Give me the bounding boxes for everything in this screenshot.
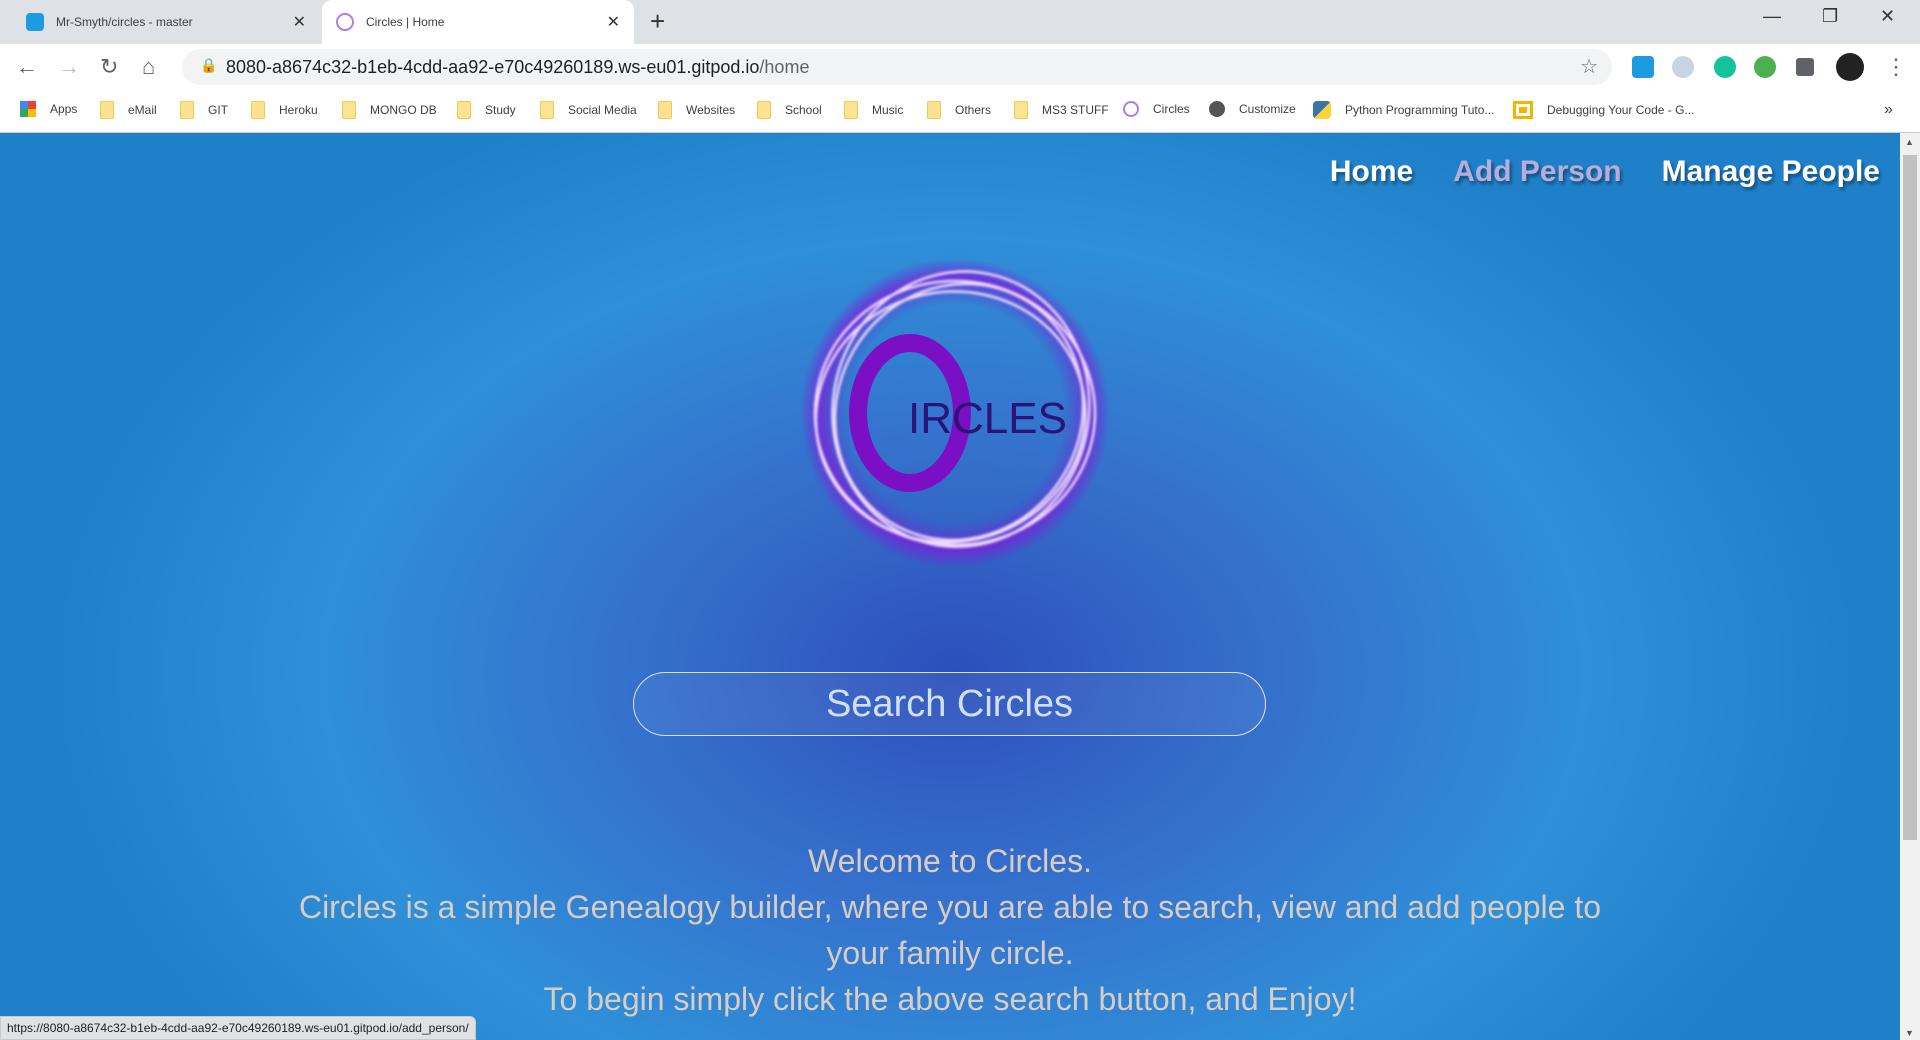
bookmark-label: Heroku	[279, 103, 318, 117]
bookmark-school[interactable]: School	[757, 101, 822, 119]
bookmark-music[interactable]: Music	[844, 101, 903, 119]
close-window-icon[interactable]: ✕	[1880, 6, 1895, 27]
bookmark-python[interactable]: Python Programming Tuto...	[1313, 101, 1494, 119]
html-tree-icon[interactable]	[1754, 56, 1776, 78]
folder-icon	[457, 101, 471, 119]
lock-icon: 🔒	[200, 57, 218, 73]
reload-icon[interactable]: ↻	[100, 54, 118, 80]
slides-icon	[1513, 101, 1533, 119]
bookmark-label: Python Programming Tuto...	[1345, 103, 1495, 117]
home-icon[interactable]: ⌂	[142, 54, 155, 80]
scrollbar-thumb[interactable]	[1903, 155, 1917, 840]
restore-icon[interactable]: ❐	[1822, 6, 1838, 27]
welcome-heading: Welcome to Circles.	[808, 843, 1092, 879]
tab-circles-home[interactable]: Circles | Home ✕	[322, 0, 634, 44]
bookmark-label: eMail	[128, 103, 157, 117]
folder-icon	[658, 101, 672, 119]
bookmark-git[interactable]: GIT	[180, 101, 228, 119]
url-bar[interactable]: 🔒 8080-a8674c32-b1eb-4cdd-aa92-e70c49260…	[182, 49, 1612, 85]
logo-wordmark: IRCLES	[908, 394, 1067, 443]
tab-title: Circles | Home	[366, 15, 445, 29]
close-tab-icon[interactable]: ✕	[607, 12, 620, 32]
folder-icon	[757, 101, 771, 119]
bookmark-heroku[interactable]: Heroku	[251, 101, 318, 119]
circles-logo: IRCLES	[800, 258, 1110, 568]
tab-bar: Mr-Smyth/circles - master ✕ Circles | Ho…	[0, 0, 1920, 44]
forward-icon[interactable]: →	[58, 54, 80, 80]
bookmark-label: Music	[872, 103, 904, 117]
bookmark-label: School	[785, 103, 822, 117]
bookmark-circles[interactable]: Circles	[1123, 101, 1190, 117]
scroll-down-icon[interactable]: ▼	[1905, 1028, 1914, 1038]
folder-icon	[251, 101, 265, 119]
bookmark-apps[interactable]: Apps	[20, 101, 77, 117]
scrollbar[interactable]: ▲ ▼	[1900, 133, 1920, 1040]
bookmark-study[interactable]: Study	[457, 101, 516, 119]
profile-avatar[interactable]	[1836, 53, 1864, 81]
bookmark-label: Apps	[50, 102, 78, 116]
bookmark-others[interactable]: Others	[927, 101, 991, 119]
folder-icon	[342, 101, 356, 119]
nav-manage-people[interactable]: Manage People	[1662, 155, 1880, 189]
bookmark-label: Circles	[1153, 102, 1190, 116]
bookmark-email[interactable]: eMail	[100, 101, 157, 119]
gitpod-extension-icon[interactable]	[1632, 56, 1654, 78]
main-nav: Home Add Person Manage People	[1330, 155, 1880, 189]
unicorn-extension-icon[interactable]	[1672, 56, 1694, 78]
apps-grid-icon	[20, 101, 36, 117]
folder-icon	[1014, 101, 1028, 119]
menu-kebab-icon[interactable]: ⋮	[1885, 54, 1907, 80]
folder-icon	[927, 101, 941, 119]
chevron-double-icon: »	[1884, 101, 1893, 118]
nav-add-person[interactable]: Add Person	[1453, 155, 1621, 189]
url-host: 8080-a8674c32-b1eb-4cdd-aa92-e70c4926018…	[226, 57, 760, 77]
grammarly-icon[interactable]	[1714, 56, 1736, 78]
nav-home[interactable]: Home	[1330, 155, 1413, 189]
globe-icon	[1209, 101, 1225, 117]
bookmark-mongodb[interactable]: MONGO DB	[342, 101, 437, 119]
bookmark-label: Others	[955, 103, 992, 117]
welcome-line: your family circle.	[826, 935, 1074, 971]
minimize-icon[interactable]: —	[1763, 6, 1781, 27]
bookmark-star-icon[interactable]: ☆	[1580, 54, 1598, 79]
folder-icon	[540, 101, 554, 119]
url-path: /home	[759, 57, 810, 77]
circles-icon	[336, 13, 354, 31]
folder-icon	[844, 101, 858, 119]
address-toolbar: ← → ↻ ⌂ 🔒 8080-a8674c32-b1eb-4cdd-aa92-e…	[0, 44, 1920, 90]
search-circles-button[interactable]: Search Circles	[633, 672, 1266, 736]
bookmark-label: MONGO DB	[370, 103, 437, 117]
bookmark-label: Customize	[1239, 102, 1296, 116]
bookmark-label: Websites	[686, 103, 736, 117]
scroll-up-icon[interactable]: ▲	[1905, 137, 1914, 147]
bookmark-social-media[interactable]: Social Media	[540, 101, 637, 119]
tab-gitpod[interactable]: Mr-Smyth/circles - master ✕	[12, 0, 320, 44]
new-tab-icon[interactable]: +	[650, 6, 665, 37]
folder-icon	[180, 101, 194, 119]
bookmark-label: Debugging Your Code - G...	[1547, 103, 1695, 117]
bookmark-ms3-stuff[interactable]: MS3 STUFF	[1014, 101, 1109, 119]
status-bar-url: https://8080-a8674c32-b1eb-4cdd-aa92-e70…	[0, 1016, 476, 1040]
gitpod-icon	[26, 13, 44, 31]
back-icon[interactable]: ←	[16, 54, 38, 80]
extensions-puzzle-icon[interactable]	[1796, 58, 1814, 76]
welcome-text: Welcome to Circles. Circles is a simple …	[250, 838, 1650, 1022]
bookmark-customize[interactable]: Customize	[1209, 101, 1296, 117]
folder-icon	[100, 101, 114, 119]
bookmark-label: GIT	[208, 103, 228, 117]
bookmark-debugging[interactable]: Debugging Your Code - G...	[1513, 101, 1694, 119]
close-tab-icon[interactable]: ✕	[293, 12, 306, 32]
python-icon	[1313, 101, 1331, 119]
bookmark-label: Social Media	[568, 103, 637, 117]
tab-title: Mr-Smyth/circles - master	[56, 15, 193, 29]
bookmark-label: Study	[485, 103, 516, 117]
bookmarks-bar: Apps eMail GIT Heroku MONGO DB Study Soc…	[0, 90, 1920, 133]
bookmark-websites[interactable]: Websites	[658, 101, 735, 119]
circles-icon	[1123, 101, 1139, 117]
more-bookmarks-button[interactable]: »	[1884, 101, 1893, 119]
welcome-line: Circles is a simple Genealogy builder, w…	[298, 889, 1602, 925]
page-content: Home Add Person Manage People IRCLES Sea…	[0, 133, 1900, 1040]
bookmark-label: MS3 STUFF	[1042, 103, 1109, 117]
